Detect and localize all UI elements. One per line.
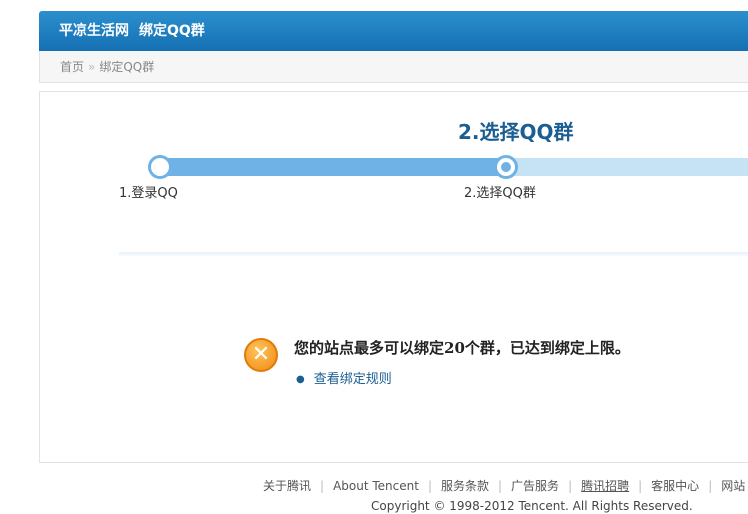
step-node-select [494,155,518,179]
content-panel [39,91,748,463]
divider [119,252,748,256]
footer-links: 关于腾讯 | About Tencent | 服务条款 | 广告服务 | 腾讯招聘 | 客服中心 | 网… [263,477,745,494]
footer-separator: | [427,479,432,493]
progress-track-todo [506,158,748,176]
view-rules-label: 查看绑定规则 [313,372,392,387]
error-x-icon: ✕ [244,338,278,372]
breadcrumb-current: 绑定QQ群 [99,60,155,74]
footer-link-support[interactable]: 客服中心 [651,479,699,493]
footer-separator: | [638,479,643,493]
footer-separator: | [708,479,713,493]
copyright: Copyright © 1998-2012 Tencent. All Right… [371,499,693,513]
progress-track-done [160,158,506,176]
footer-link-about-en[interactable]: About Tencent [333,479,419,493]
view-rules-link[interactable]: ● 查看绑定规则 [296,368,392,387]
footer-separator: | [320,479,325,493]
footer-separator: | [568,479,573,493]
footer-link-sitemap[interactable]: 网站 [721,479,745,493]
footer-link-ads[interactable]: 广告服务 [511,479,559,493]
current-step-title: 2.选择QQ群 [458,120,574,144]
site-name[interactable]: 平凉生活网 [59,23,129,39]
error-message: 您的站点最多可以绑定20个群，已达到绑定上限。 [294,339,630,357]
bullet-icon: ● [296,374,305,385]
step-label-select: 2.选择QQ群 [464,186,536,201]
page-header: 平凉生活网 绑定QQ群 [39,11,748,51]
step-label-login: 1.登录QQ [119,186,178,201]
breadcrumb-home[interactable]: 首页 [60,60,84,74]
footer-separator: | [498,479,503,493]
footer-link-jobs[interactable]: 腾讯招聘 [581,479,629,493]
footer-link-terms[interactable]: 服务条款 [441,479,489,493]
breadcrumb-separator: » [88,60,96,74]
footer-link-about[interactable]: 关于腾讯 [263,479,311,493]
header-title: 绑定QQ群 [139,23,205,39]
step-node-login [148,155,172,179]
breadcrumb: 首页 » 绑定QQ群 [39,51,748,83]
